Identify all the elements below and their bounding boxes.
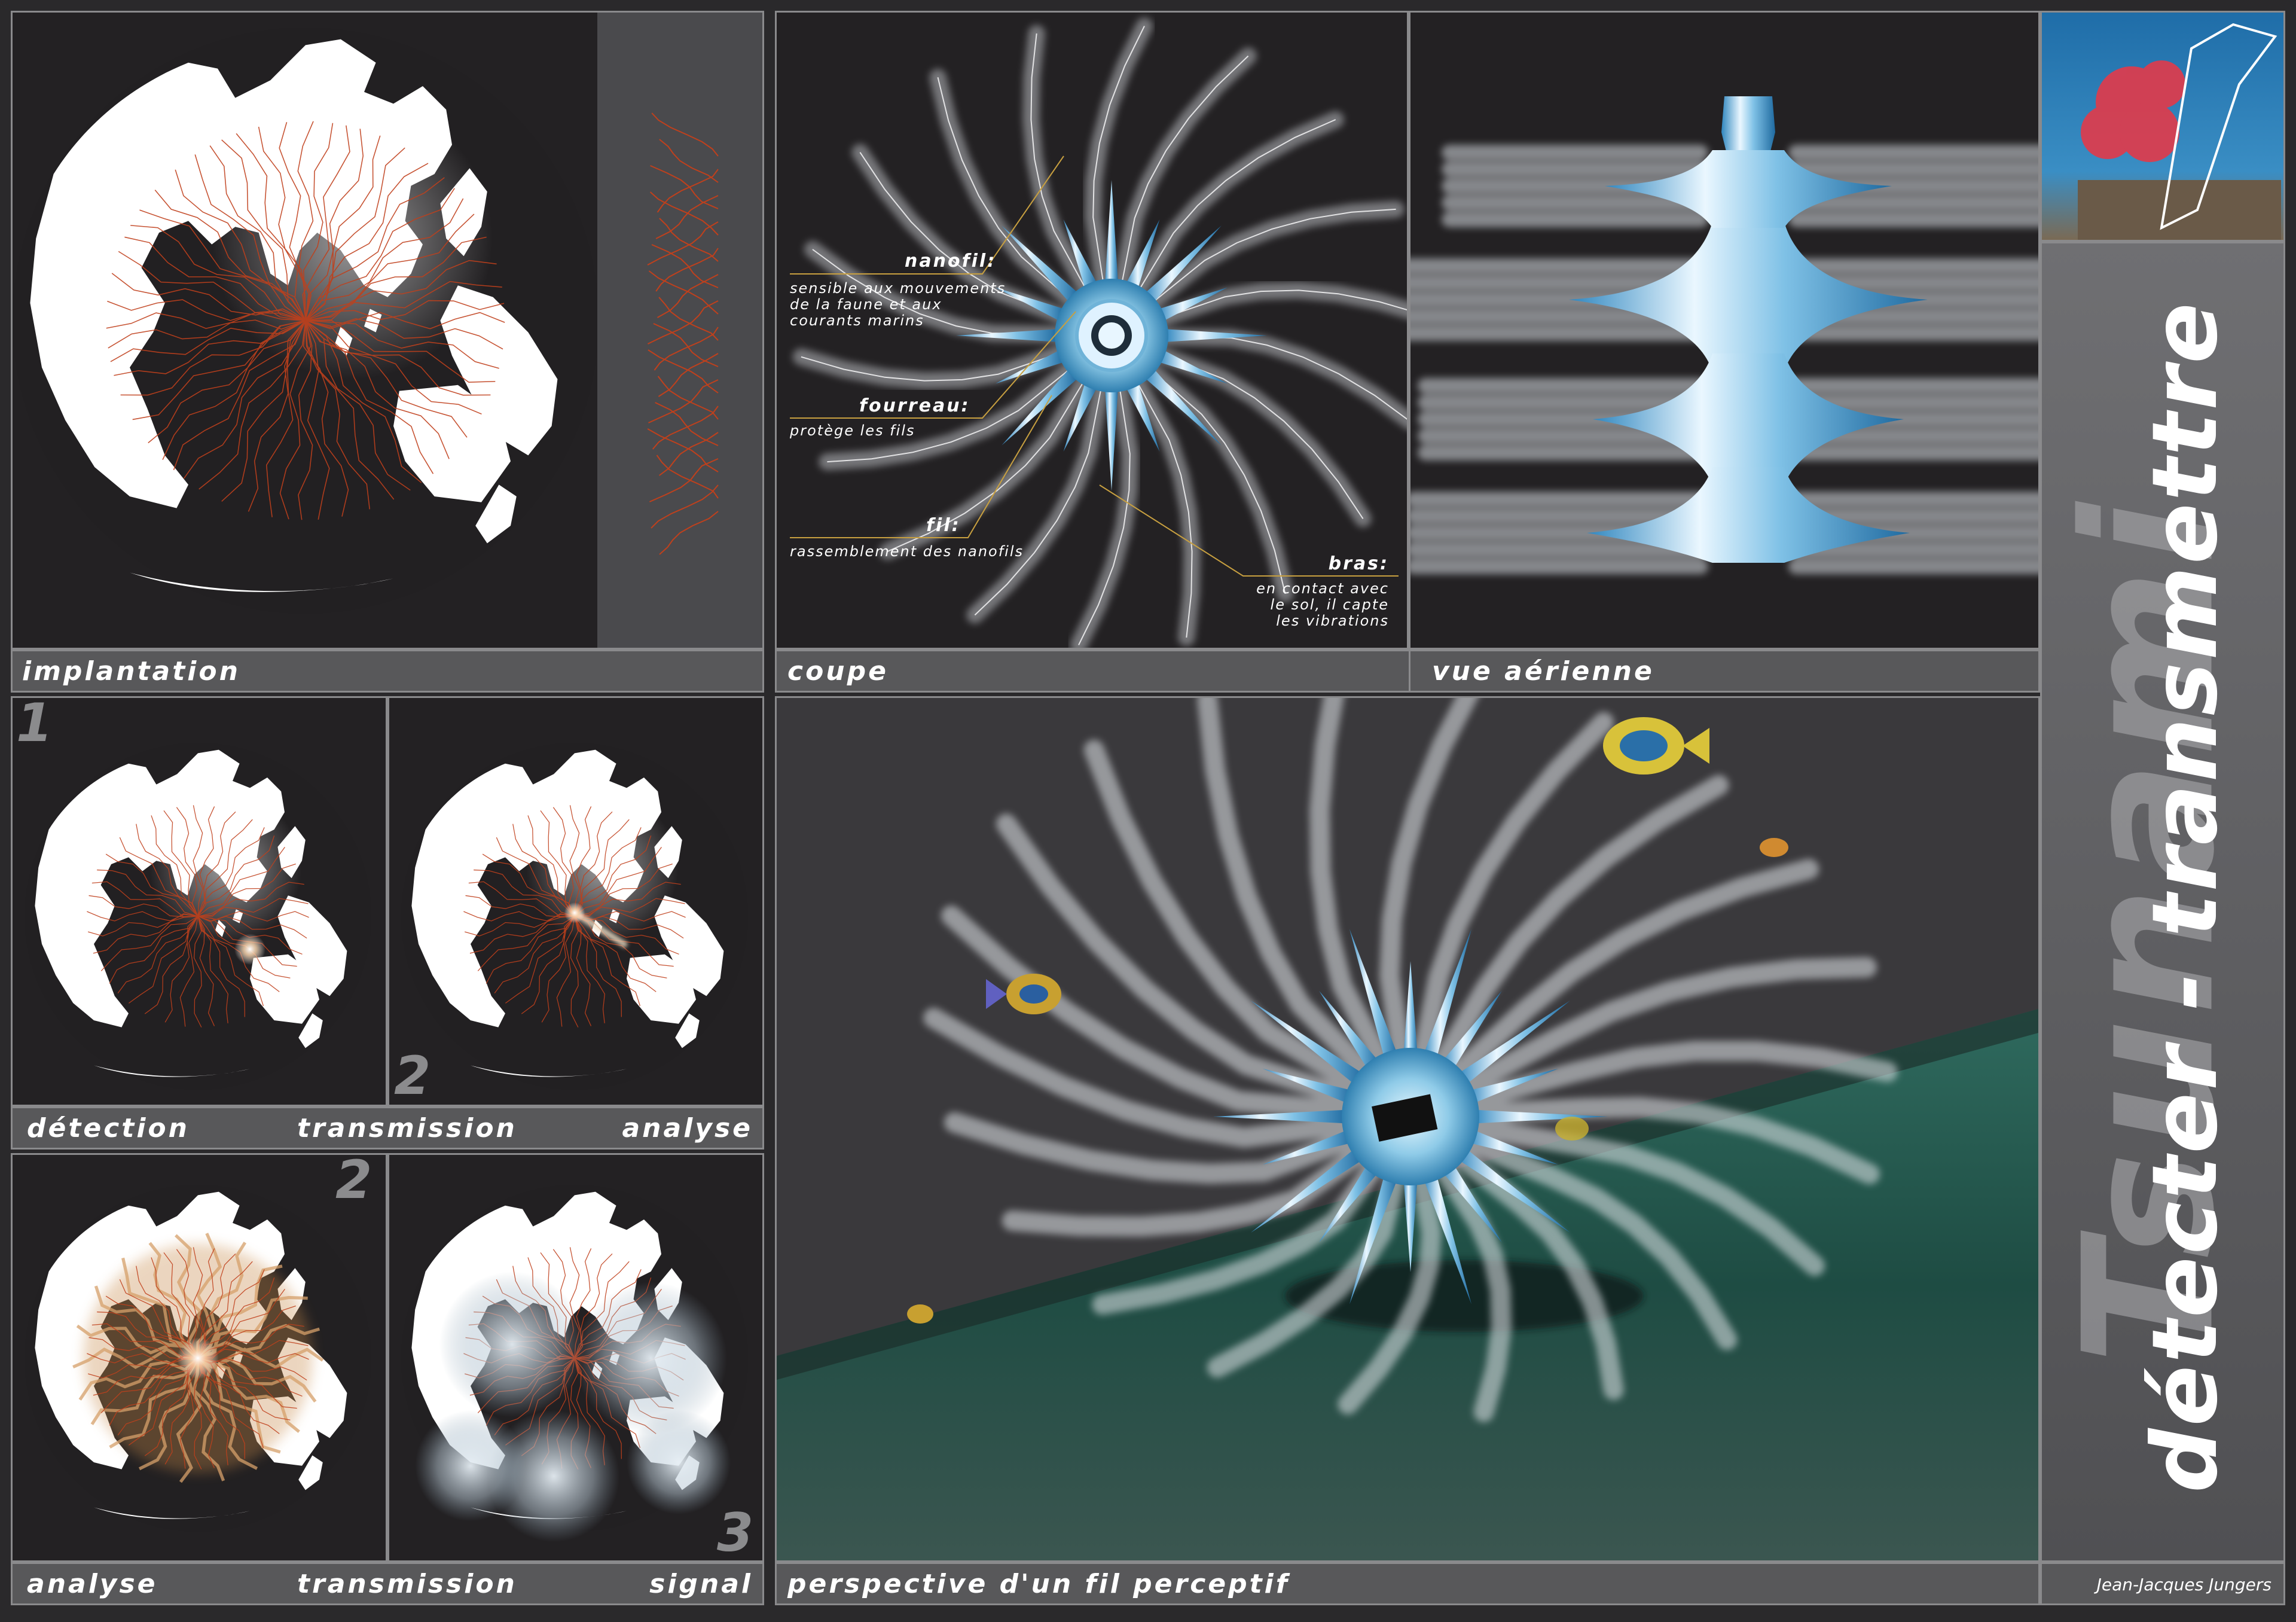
row2-caption: détection transmission analyse (11, 1106, 764, 1150)
caption-divider (1409, 651, 1410, 691)
sea-urchin-sensor (777, 698, 2038, 1560)
fil-title: fil: (926, 515, 961, 536)
transmission-label: transmission (297, 1113, 517, 1144)
perspective-label: perspective d'un fil perceptif (787, 1569, 1290, 1599)
globe-icon (25, 743, 372, 1090)
analyse-label: analyse (622, 1113, 753, 1144)
nanofil-title: nanofil: (905, 251, 997, 272)
signal-panel: 3 (387, 1153, 764, 1562)
detection-panel: 1 (11, 696, 387, 1106)
step-number-2b: 2 (335, 1153, 373, 1211)
analyse-label-2: analyse (27, 1569, 158, 1599)
coupe-panel: nanofil: sensible aux mouvements de la fa… (775, 11, 1409, 650)
implantation-caption: implantation (11, 650, 764, 693)
author-caption: Jean-Jacques Jungers (2040, 1562, 2285, 1605)
perspective-panel (775, 696, 2040, 1562)
fil-desc: rassemblement des nanofils (790, 543, 1024, 560)
globe-icon (401, 743, 748, 1090)
signal-label: signal (649, 1569, 753, 1599)
transmission-panel: 2 (387, 696, 764, 1106)
step-number-1: 1 (16, 696, 53, 754)
vue-aerienne-panel (1409, 11, 2040, 650)
vue-aerienne-label: vue aérienne (1432, 656, 1654, 687)
implantation-label: implantation (22, 656, 240, 687)
globe-icon (401, 1185, 748, 1542)
tower-render (1410, 96, 2038, 574)
bras-desc: en contact avec le sol, il capte les vibra… (1256, 580, 1389, 629)
implantation-panel (11, 11, 764, 650)
title-sidebar: Tsunami détecter - transmettre (2040, 242, 2285, 1562)
fourreau-desc: protège les fils (790, 422, 915, 439)
step-number-2: 2 (394, 1045, 431, 1106)
bras-title: bras: (1328, 553, 1389, 574)
sidebar-title: détecter - transmettre (2133, 300, 2237, 1493)
step-number-3: 3 (717, 1502, 754, 1562)
nanofil-desc: sensible aux mouvements de la faune et au… (790, 280, 1006, 329)
analyse-panel: 2 (11, 1153, 387, 1562)
coupe-caption: coupe vue aérienne (775, 650, 2040, 693)
transmission-label-2: transmission (297, 1569, 517, 1599)
perspective-caption: perspective d'un fil perceptif (775, 1562, 2040, 1605)
row3-caption: analyse transmission signal (11, 1562, 764, 1605)
fourreau-title: fourreau: (859, 395, 970, 416)
globe-icon (13, 13, 762, 648)
coupe-label: coupe (787, 656, 889, 687)
author-label: Jean-Jacques Jungers (2096, 1575, 2271, 1594)
coral-photo (2040, 11, 2285, 242)
detection-label: détection (27, 1113, 190, 1144)
globe-icon (25, 1185, 372, 1532)
